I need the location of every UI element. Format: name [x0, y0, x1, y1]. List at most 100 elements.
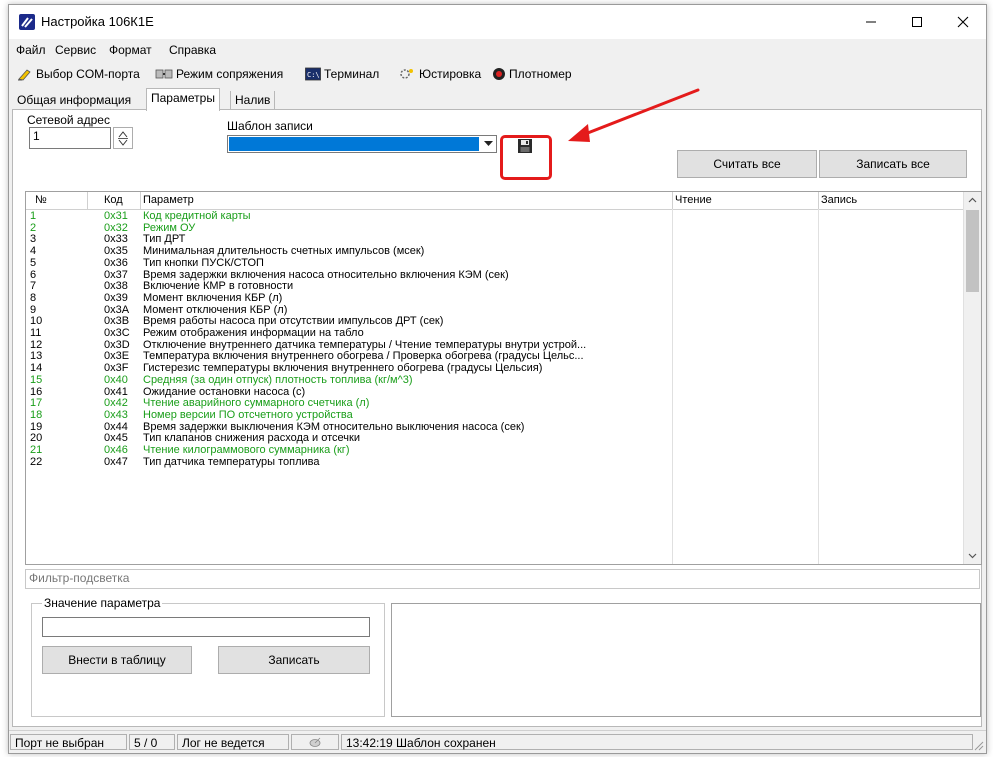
- annotation-arrow-icon: [568, 88, 700, 142]
- cell-code: 0x3E: [104, 351, 130, 363]
- cell-number: 20: [30, 433, 43, 445]
- network-address-input[interactable]: 1: [29, 127, 111, 149]
- header-separator: [672, 192, 673, 209]
- minimize-icon: [866, 21, 876, 23]
- tab-filling[interactable]: Налив: [230, 91, 276, 109]
- table-row[interactable]: 13 0x3E Температура включения внутреннего …: [26, 351, 964, 363]
- network-address-stepper[interactable]: [113, 127, 133, 149]
- com-port-button[interactable]: Выбор COM-порта: [17, 67, 140, 81]
- table-row[interactable]: 17 0x42 Чтение аварийного суммарного счетч…: [26, 398, 964, 410]
- cell-number: 14: [30, 363, 43, 375]
- scroll-down-icon[interactable]: [964, 547, 981, 564]
- tab-general-info[interactable]: Общая информация: [13, 91, 135, 109]
- menu-service[interactable]: Сервис: [55, 43, 96, 57]
- template-dropdown-button[interactable]: [480, 136, 496, 152]
- cell-code: 0x3C: [104, 328, 130, 339]
- maximize-button[interactable]: [894, 5, 940, 39]
- densimeter-button[interactable]: Плотномер: [492, 67, 572, 81]
- header-read[interactable]: Чтение: [675, 194, 712, 206]
- cell-number: 19: [30, 421, 43, 433]
- vertical-scrollbar[interactable]: [963, 192, 981, 564]
- table-row[interactable]: 22 0x47 Тип датчика температуры топлива: [26, 457, 964, 469]
- menu-file[interactable]: Файл: [16, 43, 46, 57]
- cell-number: 5: [30, 257, 37, 269]
- minimize-button[interactable]: [848, 5, 894, 39]
- cell-code: 0x39: [104, 292, 128, 304]
- cell-number: 17: [30, 398, 43, 410]
- cell-parameter: Тип ДРТ: [143, 234, 186, 246]
- table-row[interactable]: 18 0x43 Номер версии ПО отсчетного устройс…: [26, 410, 964, 422]
- calibration-button[interactable]: Юстировка: [398, 67, 481, 81]
- cell-code: 0x36: [104, 257, 128, 269]
- cell-number: 13: [30, 351, 43, 363]
- menu-format[interactable]: Формат: [109, 43, 152, 57]
- toolbar: Выбор COM-порта Режим сопряжения C:\ Тер…: [9, 63, 986, 87]
- template-select[interactable]: [227, 135, 497, 153]
- status-bar: Порт не выбран 5 / 0 Лог не ведется 13:4…: [9, 730, 986, 753]
- header-write[interactable]: Запись: [821, 194, 857, 206]
- scroll-up-icon[interactable]: [964, 192, 981, 209]
- header-code[interactable]: Код: [104, 194, 123, 206]
- cell-code: 0x45: [104, 433, 128, 445]
- cell-code: 0x3D: [104, 339, 130, 351]
- cell-parameter: Тип кнопки ПУСК/СТОП: [143, 257, 264, 269]
- resize-grip-icon[interactable]: [972, 739, 984, 751]
- table-row[interactable]: 12 0x3D Отключение внутреннего датчика тем…: [26, 340, 964, 352]
- cell-parameter: Время задержки включения насоса относите…: [143, 269, 509, 281]
- table-row[interactable]: 8 0x39 Момент включения КБР (л): [26, 293, 964, 305]
- cell-number: 15: [30, 374, 43, 386]
- table-row[interactable]: 11 0x3C Режим отображения информации на та…: [26, 328, 964, 340]
- close-icon: [957, 16, 969, 28]
- header-number[interactable]: №: [35, 194, 47, 206]
- write-button[interactable]: Записать: [218, 646, 370, 674]
- menu-help[interactable]: Справка: [169, 43, 216, 57]
- cell-code: 0x32: [104, 222, 128, 234]
- log-textarea[interactable]: [391, 603, 981, 717]
- cell-code: 0x42: [104, 398, 128, 410]
- maximize-icon: [912, 17, 922, 27]
- cell-parameter: Ожидание остановки насоса (с): [143, 386, 306, 398]
- app-window: Настройка 106К1Е Файл Сервис Формат Спра…: [8, 4, 987, 754]
- cell-number: 8: [30, 292, 37, 304]
- insert-into-table-button[interactable]: Внести в таблицу: [42, 646, 192, 674]
- cell-parameter: Время работы насоса при отсутствии импул…: [143, 316, 444, 328]
- table-row[interactable]: 21 0x46 Чтение килограммового суммарника (…: [26, 445, 964, 457]
- table-row[interactable]: 2 0x32 Режим ОУ: [26, 223, 964, 235]
- scrollbar-thumb[interactable]: [966, 210, 979, 292]
- table-row[interactable]: 19 0x44 Время задержки выключения КЭМ отно…: [26, 422, 964, 434]
- filter-input[interactable]: Фильтр-подсветка: [25, 569, 980, 589]
- parameter-value-input[interactable]: [42, 617, 370, 637]
- read-all-button[interactable]: Считать все: [677, 150, 817, 178]
- status-message: 13:42:19 Шаблон сохранен: [341, 734, 973, 750]
- cell-parameter: Режим ОУ: [143, 222, 196, 234]
- table-row[interactable]: 7 0x38 Включение КМР в готовности: [26, 281, 964, 293]
- parameters-table: № Код Параметр Чтение Запись 1 0x31 Код кр…: [25, 191, 982, 565]
- cell-parameter: Гистерезис температуры включения внутрен…: [143, 363, 543, 375]
- cell-number: 3: [30, 234, 37, 246]
- pairing-mode-button[interactable]: Режим сопряжения: [155, 67, 283, 81]
- table-row[interactable]: 3 0x33 Тип ДРТ: [26, 234, 964, 246]
- write-all-button[interactable]: Записать все: [819, 150, 967, 178]
- cell-code: 0x43: [104, 409, 128, 421]
- tab-parameters[interactable]: Параметры: [146, 88, 220, 111]
- table-row[interactable]: 6 0x37 Время задержки включения насоса отн…: [26, 270, 964, 282]
- header-separator: [87, 192, 88, 209]
- cell-code: 0x35: [104, 246, 128, 258]
- table-row[interactable]: 9 0x3A Момент отключения КБР (л): [26, 305, 964, 317]
- table-row[interactable]: 15 0x40 Средняя (за один отпуск) плотность…: [26, 375, 964, 387]
- table-row[interactable]: 1 0x31 Код кредитной карты: [26, 211, 964, 223]
- cell-code: 0x38: [104, 281, 128, 293]
- close-button[interactable]: [940, 5, 986, 39]
- terminal-button[interactable]: C:\ Терминал: [305, 67, 379, 81]
- table-row[interactable]: 16 0x41 Ожидание остановки насоса (с): [26, 387, 964, 399]
- cell-code: 0x41: [104, 386, 128, 398]
- cell-parameter: Включение КМР в готовности: [143, 281, 294, 293]
- table-row[interactable]: 14 0x3F Гистерезис температуры включения в…: [26, 363, 964, 375]
- header-parameter[interactable]: Параметр: [143, 194, 194, 206]
- table-row[interactable]: 20 0x45 Тип клапанов снижения расхода и от…: [26, 433, 964, 445]
- table-row[interactable]: 4 0x35 Минимальная длительность счетных им…: [26, 246, 964, 258]
- parameter-value-legend: Значение параметра: [42, 596, 163, 610]
- cell-parameter: Номер версии ПО отсчетного устройства: [143, 409, 353, 421]
- table-row[interactable]: 5 0x36 Тип кнопки ПУСК/СТОП: [26, 258, 964, 270]
- table-row[interactable]: 10 0x3B Время работы насоса при отсутствии…: [26, 316, 964, 328]
